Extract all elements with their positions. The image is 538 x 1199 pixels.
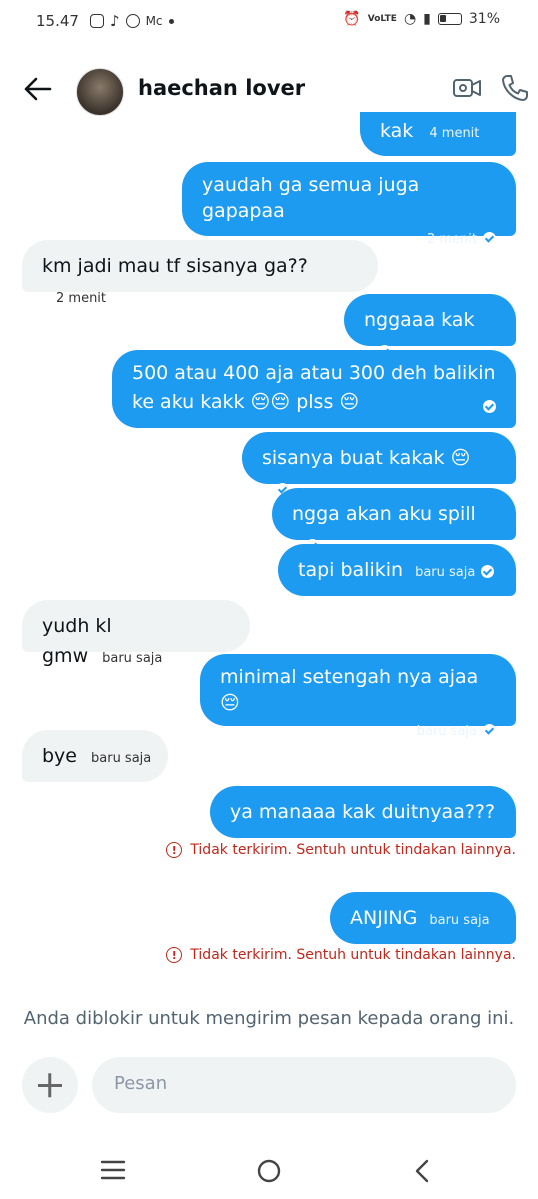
send-failed-text: Tidak terkirim. Sentuh untuk tindakan la… — [190, 947, 516, 963]
message-time: 2 menit — [56, 291, 107, 306]
message-bubble-outgoing[interactable]: tapi balikin baru saja — [278, 544, 516, 596]
send-failed-text: Tidak terkirim. Sentuh untuk tindakan la… — [190, 842, 516, 858]
status-bar: 15.47 ♪ Mc ⏰ VoLTE ◔ ▮ 31% — [0, 0, 538, 46]
message-bubble-outgoing[interactable]: ngga akan aku spill — [272, 488, 516, 552]
sent-check-icon — [481, 565, 495, 578]
signal-icon: ▮ — [423, 11, 431, 27]
menu-icon[interactable] — [100, 1160, 126, 1180]
message-text: bye — [42, 745, 77, 767]
alarm-icon: ⏰ — [343, 11, 361, 27]
status-notification-icons: ♪ Mc — [90, 12, 174, 30]
phone-icon[interactable] — [500, 73, 530, 103]
message-time: baru saja — [416, 724, 477, 739]
message-text: nggaaa kak — [364, 309, 475, 331]
battery-percent: 31% — [468, 11, 500, 27]
message-bubble-outgoing[interactable]: nggaaa kak — [344, 294, 516, 358]
system-nav-bar — [0, 1140, 538, 1199]
message-time: baru saja — [415, 565, 476, 580]
message-bubble-incoming[interactable]: yudh kl gmw baru saja — [22, 600, 250, 667]
message-bubble-outgoing-failed[interactable]: ya manaaa kak duitnyaa??? — [210, 786, 516, 838]
message-text: sisanya buat kakak 😔 — [262, 447, 471, 469]
status-time: 15.47 — [36, 12, 79, 30]
message-text: ngga akan aku spill — [292, 503, 476, 525]
message-time: baru saja — [91, 751, 152, 766]
message-bubble-outgoing[interactable]: sisanya buat kakak 😔 — [242, 432, 516, 496]
conversation-title[interactable]: haechan lover — [138, 76, 305, 100]
sent-check-icon — [483, 232, 496, 245]
message-bubble-outgoing-failed[interactable]: ANJING baru saja — [330, 892, 516, 944]
blocked-notice: Anda diblokir untuk mengirim pesan kepad… — [23, 1008, 515, 1029]
message-text: kak — [380, 120, 414, 142]
settings-notif-icon — [90, 14, 104, 28]
message-text: ya manaaa kak duitnyaa??? — [230, 801, 496, 823]
message-text: yaudah ga semua juga gapapaa — [202, 174, 420, 222]
message-bubble-outgoing[interactable]: minimal setengah nya ajaa 😔 baru saja — [200, 654, 516, 739]
message-text: ANJING — [350, 907, 418, 929]
message-bubble-outgoing[interactable]: 500 atau 400 aja atau 300 deh balikin ke… — [112, 350, 516, 428]
whatsapp-icon — [125, 14, 140, 28]
message-bubble-outgoing[interactable]: kak 4 menit — [360, 112, 516, 172]
back-arrow-icon[interactable] — [22, 74, 54, 104]
message-text-line2: ke aku kakk 😔😔 plss 😔 — [132, 391, 360, 413]
conversation-header: haechan lover — [0, 62, 538, 118]
volte-icon: VoLTE — [367, 14, 397, 24]
error-icon: ! — [166, 947, 183, 963]
message-time: baru saja — [429, 913, 490, 928]
sent-check-icon — [483, 400, 496, 413]
message-text: 500 atau 400 aja atau 300 deh balikin — [132, 362, 496, 384]
sent-check-icon — [483, 724, 496, 737]
battery-icon — [437, 13, 462, 25]
message-time: baru saja — [102, 651, 163, 666]
message-text: km jadi mau tf sisanya ga?? — [42, 255, 308, 277]
back-nav-icon[interactable] — [412, 1158, 432, 1184]
tiktok-icon: ♪ — [110, 12, 120, 30]
error-icon: ! — [166, 842, 183, 858]
home-icon[interactable] — [256, 1158, 282, 1184]
message-input[interactable]: Pesan — [92, 1057, 516, 1113]
avatar[interactable] — [76, 68, 124, 116]
message-text: tapi balikin — [298, 559, 404, 581]
status-notif-label: Mc — [145, 14, 163, 28]
status-right: ⏰ VoLTE ◔ ▮ 31% — [343, 11, 500, 27]
message-bubble-outgoing[interactable]: yaudah ga semua juga gapapaa 2 menit — [182, 162, 516, 247]
send-failed-notice[interactable]: ! Tidak terkirim. Sentuh untuk tindakan … — [166, 947, 516, 963]
message-time: 4 menit — [429, 126, 480, 141]
message-bubble-incoming[interactable]: bye baru saja — [22, 730, 168, 782]
more-notifications-icon — [168, 18, 174, 24]
send-failed-notice[interactable]: ! Tidak terkirim. Sentuh untuk tindakan … — [166, 842, 516, 858]
wifi-icon: ◔ — [403, 11, 417, 27]
message-text: minimal setengah nya ajaa 😔 — [220, 666, 479, 714]
add-media-button[interactable] — [22, 1057, 78, 1113]
message-bubble-incoming[interactable]: km jadi mau tf sisanya ga?? 2 menit — [22, 240, 378, 306]
message-time: 2 menit — [426, 232, 477, 247]
video-call-icon[interactable] — [452, 73, 482, 103]
